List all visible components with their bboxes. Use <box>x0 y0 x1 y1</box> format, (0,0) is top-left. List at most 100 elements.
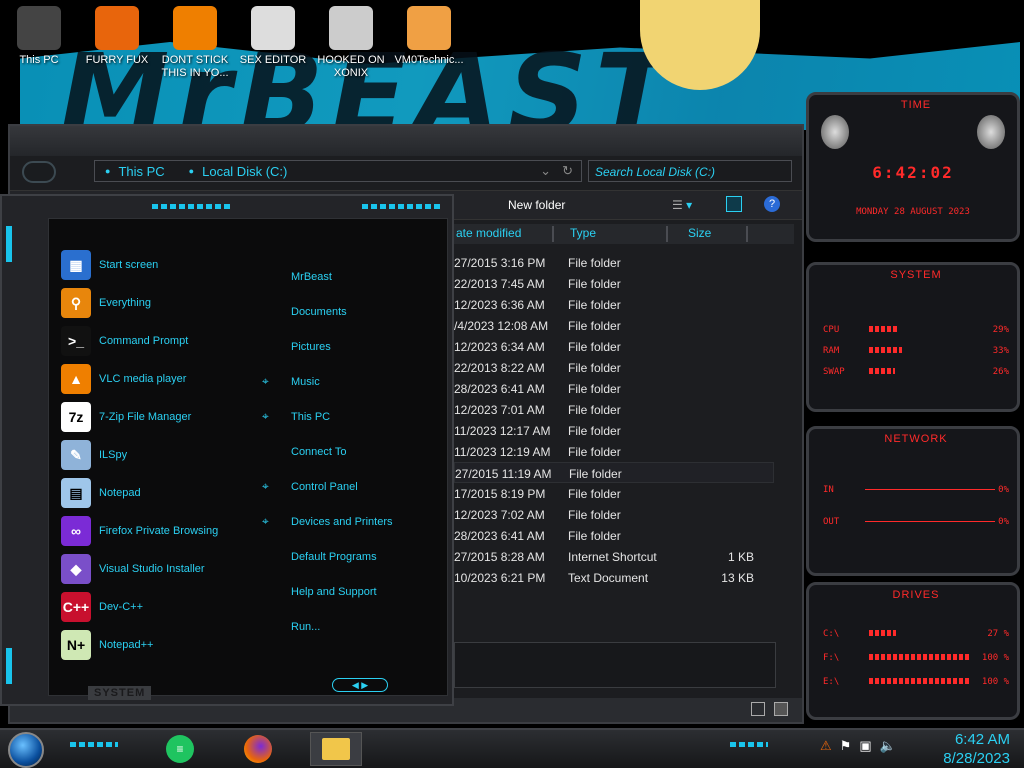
column-header: ate modified Type Size <box>454 224 794 244</box>
start-menu-program[interactable]: ▦ Start screen <box>61 249 158 281</box>
start-menu-program[interactable]: 7z 7-Zip File Manager <box>61 401 191 433</box>
start-menu-program[interactable]: N+ Notepad++ <box>61 629 153 661</box>
start-menu-program[interactable]: ⚲ Everything <box>61 287 151 319</box>
breadcrumb-local-disk[interactable]: Local Disk (C:) <box>202 164 287 179</box>
file-row[interactable]: 12/2023 6:34 AM File folder <box>454 336 774 357</box>
cell-type: File folder <box>568 277 621 291</box>
file-row[interactable]: 12/2023 7:01 AM File folder <box>454 399 774 420</box>
file-row[interactable]: 27/2015 8:28 AM Internet Shortcut 1 KB <box>454 546 774 567</box>
start-menu-program[interactable]: ◆ Visual Studio Installer <box>61 553 205 585</box>
file-row[interactable]: 12/2023 7:02 AM File folder <box>454 504 774 525</box>
taskbar-date: 8/28/2023 <box>943 750 1010 767</box>
explorer-titlebar[interactable] <box>10 126 802 156</box>
back-forward-button[interactable] <box>22 161 56 183</box>
start-menu-place[interactable]: Help and Support <box>291 586 377 598</box>
column-size[interactable]: Size <box>686 226 748 242</box>
taskbar-firefox[interactable] <box>238 732 278 766</box>
file-row[interactable]: 12/2023 6:36 AM File folder <box>454 294 774 315</box>
column-date-modified[interactable]: ate modified <box>454 226 554 242</box>
file-row[interactable]: /4/2023 12:08 AM File folder <box>454 315 774 336</box>
start-menu-place[interactable]: Devices and Printers <box>291 516 393 528</box>
start-menu-program[interactable]: ✎ ILSpy <box>61 439 127 471</box>
start-menu-place[interactable]: Control Panel <box>291 481 358 493</box>
volume-icon[interactable]: 🔈 <box>880 738 896 754</box>
file-row[interactable]: 10/2023 6:21 PM Text Document 13 KB <box>454 567 774 588</box>
taskbar-notes-app[interactable]: ≡ <box>160 732 200 766</box>
desktop-icon-label: FURRY FUX <box>85 54 149 66</box>
file-row[interactable]: 27/2015 11:19 AM File folder <box>454 462 774 483</box>
breadcrumb-this-pc[interactable]: This PC <box>118 164 164 179</box>
file-row[interactable]: 11/2023 12:19 AM File folder <box>454 441 774 462</box>
start-menu-place[interactable]: Music <box>291 376 320 388</box>
drives-gadget: DRIVES C:\ 27 % F:\ 100 % E:\ 100 % <box>806 582 1020 720</box>
start-menu-nav-arrows[interactable]: ◀ ▶ <box>332 678 388 692</box>
cell-type: File folder <box>568 508 621 522</box>
taskbar-clock[interactable]: 6:42 AM 8/28/2023 <box>943 730 1010 768</box>
notepadpp-icon: N+ <box>61 630 91 660</box>
view-options-icon[interactable]: ☰ ▾ <box>672 198 692 212</box>
large-icons-view-icon[interactable] <box>774 702 788 716</box>
notes-app-icon: ≡ <box>166 735 194 763</box>
desktop-icon[interactable]: This PC <box>0 4 78 67</box>
desktop-icon[interactable]: VM0Technic... <box>390 4 468 67</box>
preview-pane-icon[interactable] <box>726 196 742 212</box>
desktop-icon[interactable]: SEX EDITOR <box>234 4 312 67</box>
file-row[interactable]: 28/2023 6:41 AM File folder <box>454 378 774 399</box>
file-row[interactable]: 11/2023 12:17 AM File folder <box>454 420 774 441</box>
stat-bar <box>869 654 969 660</box>
column-type[interactable]: Type <box>568 226 668 242</box>
vlc-cone-icon: ▲ <box>61 364 91 394</box>
desktop-icon[interactable]: FURRY FUX <box>78 4 156 67</box>
network-icon[interactable]: ▣ <box>859 738 871 754</box>
file-row[interactable]: 22/2013 8:22 AM File folder <box>454 357 774 378</box>
cell-type: File folder <box>568 529 621 543</box>
cell-type: File folder <box>568 403 621 417</box>
tray-app-icon[interactable]: ⚠ <box>820 738 832 754</box>
refresh-icon[interactable]: ↻ <box>562 163 573 179</box>
file-row[interactable]: 27/2015 3:16 PM File folder <box>454 252 774 273</box>
file-row[interactable]: 28/2023 6:41 AM File folder <box>454 525 774 546</box>
stat-value: 33% <box>992 346 1009 356</box>
start-menu-place[interactable]: Pictures <box>291 341 331 353</box>
system-label: SYSTEM <box>88 686 152 700</box>
start-menu-program-label: Command Prompt <box>99 335 189 347</box>
system-gadget-title: SYSTEM <box>890 269 942 281</box>
start-menu-place[interactable]: Connect To <box>291 446 346 458</box>
file-row[interactable]: 22/2013 7:45 AM File folder <box>454 273 774 294</box>
stat-value: 100 % <box>981 677 1009 687</box>
desktop-icon[interactable]: HOOKED ON XONIX <box>312 4 390 80</box>
cell-date-modified: 22/2013 7:45 AM <box>454 277 545 291</box>
start-menu-program[interactable]: ▲ VLC media player <box>61 363 186 395</box>
help-icon[interactable]: ? <box>764 196 780 212</box>
start-menu-program[interactable]: ∞ Firefox Private Browsing <box>61 515 218 547</box>
start-screen-icon: ▦ <box>61 250 91 280</box>
stat-bar <box>869 368 895 374</box>
flag-icon[interactable]: ⚑ <box>840 738 852 754</box>
cell-date-modified: /4/2023 12:08 AM <box>454 319 549 333</box>
start-menu-place[interactable]: Documents <box>291 306 347 318</box>
file-row[interactable]: 17/2015 8:19 PM File folder <box>454 483 774 504</box>
details-view-icon[interactable] <box>750 702 765 716</box>
start-menu-place[interactable]: MrBeast <box>291 271 332 283</box>
submenu-arrow-icon[interactable]: ⌖ <box>262 479 269 494</box>
start-button[interactable] <box>8 732 44 768</box>
start-menu-place[interactable]: This PC <box>291 411 330 423</box>
submenu-arrow-icon[interactable]: ⌖ <box>262 374 269 389</box>
dropdown-chevron-icon[interactable]: ⌄ <box>540 163 551 179</box>
address-bar[interactable]: ● This PC ● Local Disk (C:) ⌄ ↻ <box>94 160 582 182</box>
start-menu-program[interactable]: C++ Dev-C++ <box>61 591 143 623</box>
start-menu-program[interactable]: ▤ Notepad <box>61 477 141 509</box>
start-menu-program-label: VLC media player <box>99 373 187 385</box>
new-folder-button[interactable]: New folder <box>508 198 565 212</box>
search-input[interactable]: Search Local Disk (C:) <box>588 160 792 182</box>
cell-type: File folder <box>568 361 621 375</box>
start-menu-program[interactable]: >_ Command Prompt <box>61 325 188 357</box>
desktop-icon[interactable]: DONT STICK THIS IN YO... <box>156 4 234 80</box>
search-magnifier-icon: ⚲ <box>61 288 91 318</box>
submenu-arrow-icon[interactable]: ⌖ <box>262 409 269 424</box>
submenu-arrow-icon[interactable]: ⌖ <box>262 514 269 529</box>
taskbar-file-explorer[interactable] <box>310 732 362 766</box>
frame-accent <box>152 204 232 209</box>
start-menu-place[interactable]: Default Programs <box>291 551 377 563</box>
start-menu-place[interactable]: Run... <box>291 621 320 633</box>
